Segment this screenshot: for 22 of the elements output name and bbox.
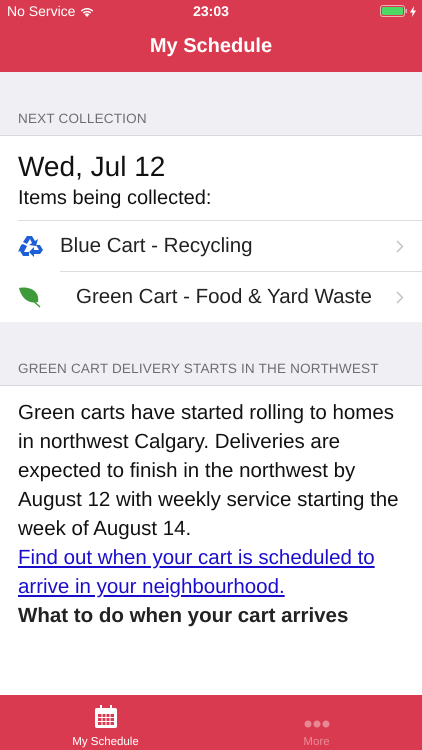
screen-title: My Schedule <box>148 34 274 59</box>
news-subheading: What to do when your cart arrives <box>18 603 350 629</box>
more-icon <box>304 720 330 728</box>
recycle-icon <box>18 234 44 258</box>
carrier-label: No Service <box>7 3 76 19</box>
tab[interactable]: My Schedule <box>0 695 211 750</box>
items-caption: Items being collected: <box>18 184 422 221</box>
leaf-icon <box>18 286 42 308</box>
news-paragraph: Green carts have started rolling to homes in northwest Calgary. Deliveries are expected to finish in the northwest by August 12 with weekly service starting the week of August 14. <box>18 400 400 542</box>
chevron-icon <box>396 240 404 252</box>
section-heading: GREEN CART DELIVERY STARTS IN THE NORTHWEST <box>18 361 379 376</box>
chevron-icon <box>396 290 404 304</box>
section-heading: NEXT COLLECTION <box>18 111 147 126</box>
clock-time: 23:03 <box>193 3 229 19</box>
collection-item[interactable]: Blue Cart - Recycling <box>18 221 422 271</box>
item-label: Green Cart - Food & Yard Waste <box>76 285 373 309</box>
collection-date: Wed, Jul 12 <box>18 150 166 184</box>
item-label: Blue Cart - Recycling <box>60 234 254 258</box>
schedule-link[interactable]: Find out when your cart is scheduled to arrive in your neighbourhood. <box>18 543 404 601</box>
battery-icon <box>380 5 408 17</box>
calendar-icon <box>94 705 116 728</box>
wifi-icon <box>80 6 94 16</box>
